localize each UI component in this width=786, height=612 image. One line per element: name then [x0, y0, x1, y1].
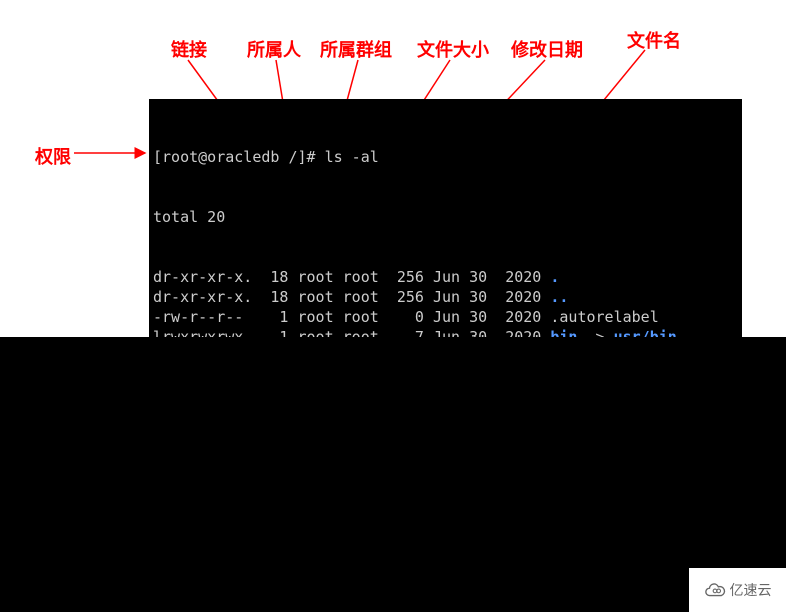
- watermark-text: 亿速云: [730, 580, 772, 600]
- table-row: -rw-r--r-- 1 root root 0 Jun 30 2020 .au…: [153, 307, 738, 327]
- terminal-total: total 20: [153, 207, 738, 227]
- label-size: 文件大小: [417, 36, 489, 62]
- table-row: lrwxrwxrwx. 1 root root 7 Jun 30 2020 bi…: [153, 327, 738, 337]
- table-row: dr-xr-xr-x. 18 root root 256 Jun 30 2020…: [153, 267, 738, 287]
- terminal-output: [root@oracledb /]# ls -al total 20 dr-xr…: [149, 99, 742, 337]
- bottom-panel: [0, 337, 786, 612]
- terminal-prompt: [root@oracledb /]# ls -al: [153, 147, 738, 167]
- table-row: dr-xr-xr-x. 18 root root 256 Jun 30 2020…: [153, 287, 738, 307]
- label-date: 修改日期: [511, 36, 583, 62]
- watermark: 亿速云: [689, 568, 786, 612]
- label-group: 所属群组: [320, 36, 392, 62]
- label-filename: 文件名: [627, 27, 681, 53]
- label-links: 链接: [171, 36, 207, 62]
- cloud-icon: [704, 579, 726, 601]
- label-permissions: 权限: [35, 143, 71, 169]
- label-owner: 所属人: [247, 36, 301, 62]
